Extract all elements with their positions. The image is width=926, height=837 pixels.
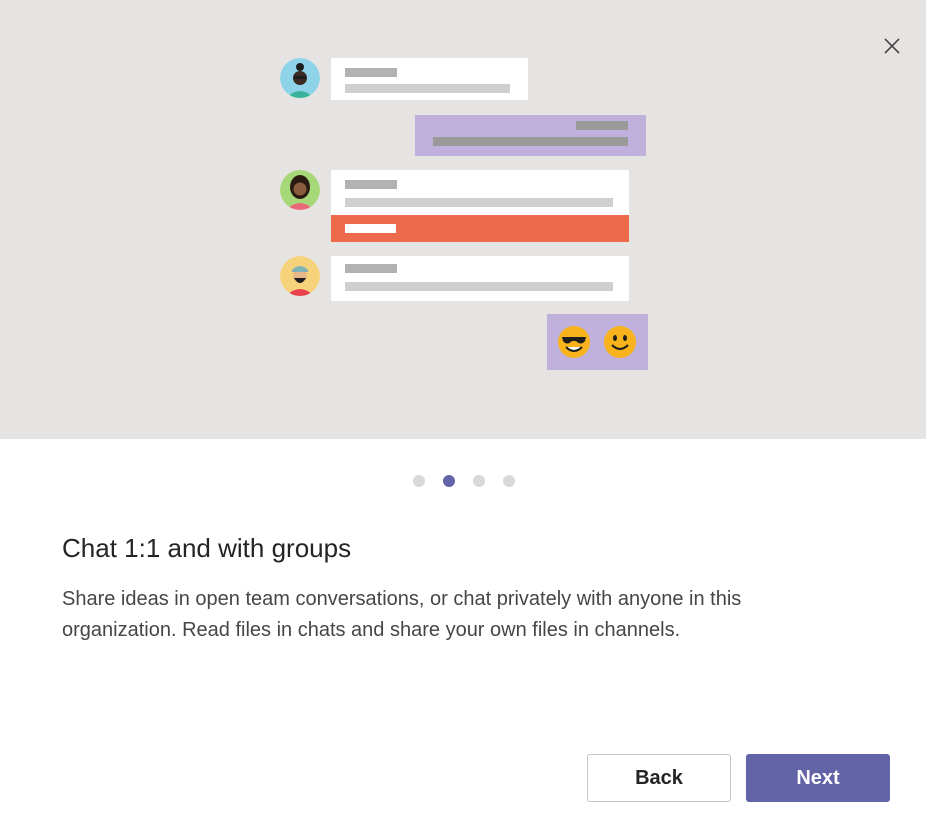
close-icon (884, 38, 900, 54)
emoji-bubble (547, 314, 648, 370)
next-button-label: Next (796, 766, 840, 789)
carousel-dot-3[interactable] (473, 475, 485, 487)
avatar-person-2-icon (280, 170, 320, 210)
avatar-person-3-icon (280, 256, 320, 296)
chat-bubble-reply (415, 115, 646, 156)
next-button[interactable]: Next (746, 754, 890, 802)
illustration-area (0, 0, 926, 439)
chat-bubble-1 (331, 58, 528, 100)
smile-emoji-icon (603, 325, 637, 359)
carousel-dot-2-active[interactable] (443, 475, 455, 487)
carousel-dot-4[interactable] (503, 475, 515, 487)
back-button-label: Back (635, 766, 683, 789)
file-attachment-bubble (331, 215, 629, 242)
carousel-dot-1[interactable] (413, 475, 425, 487)
sunglasses-emoji-icon (557, 325, 591, 359)
close-button[interactable] (878, 32, 906, 60)
avatar-person-1-icon (280, 58, 320, 98)
chat-bubble-3 (331, 256, 629, 301)
page-title: Chat 1:1 and with groups (62, 533, 352, 563)
chat-bubble-2 (331, 170, 629, 215)
description-text: Share ideas in open team conversations, … (62, 588, 742, 641)
back-button[interactable]: Back (587, 754, 731, 802)
